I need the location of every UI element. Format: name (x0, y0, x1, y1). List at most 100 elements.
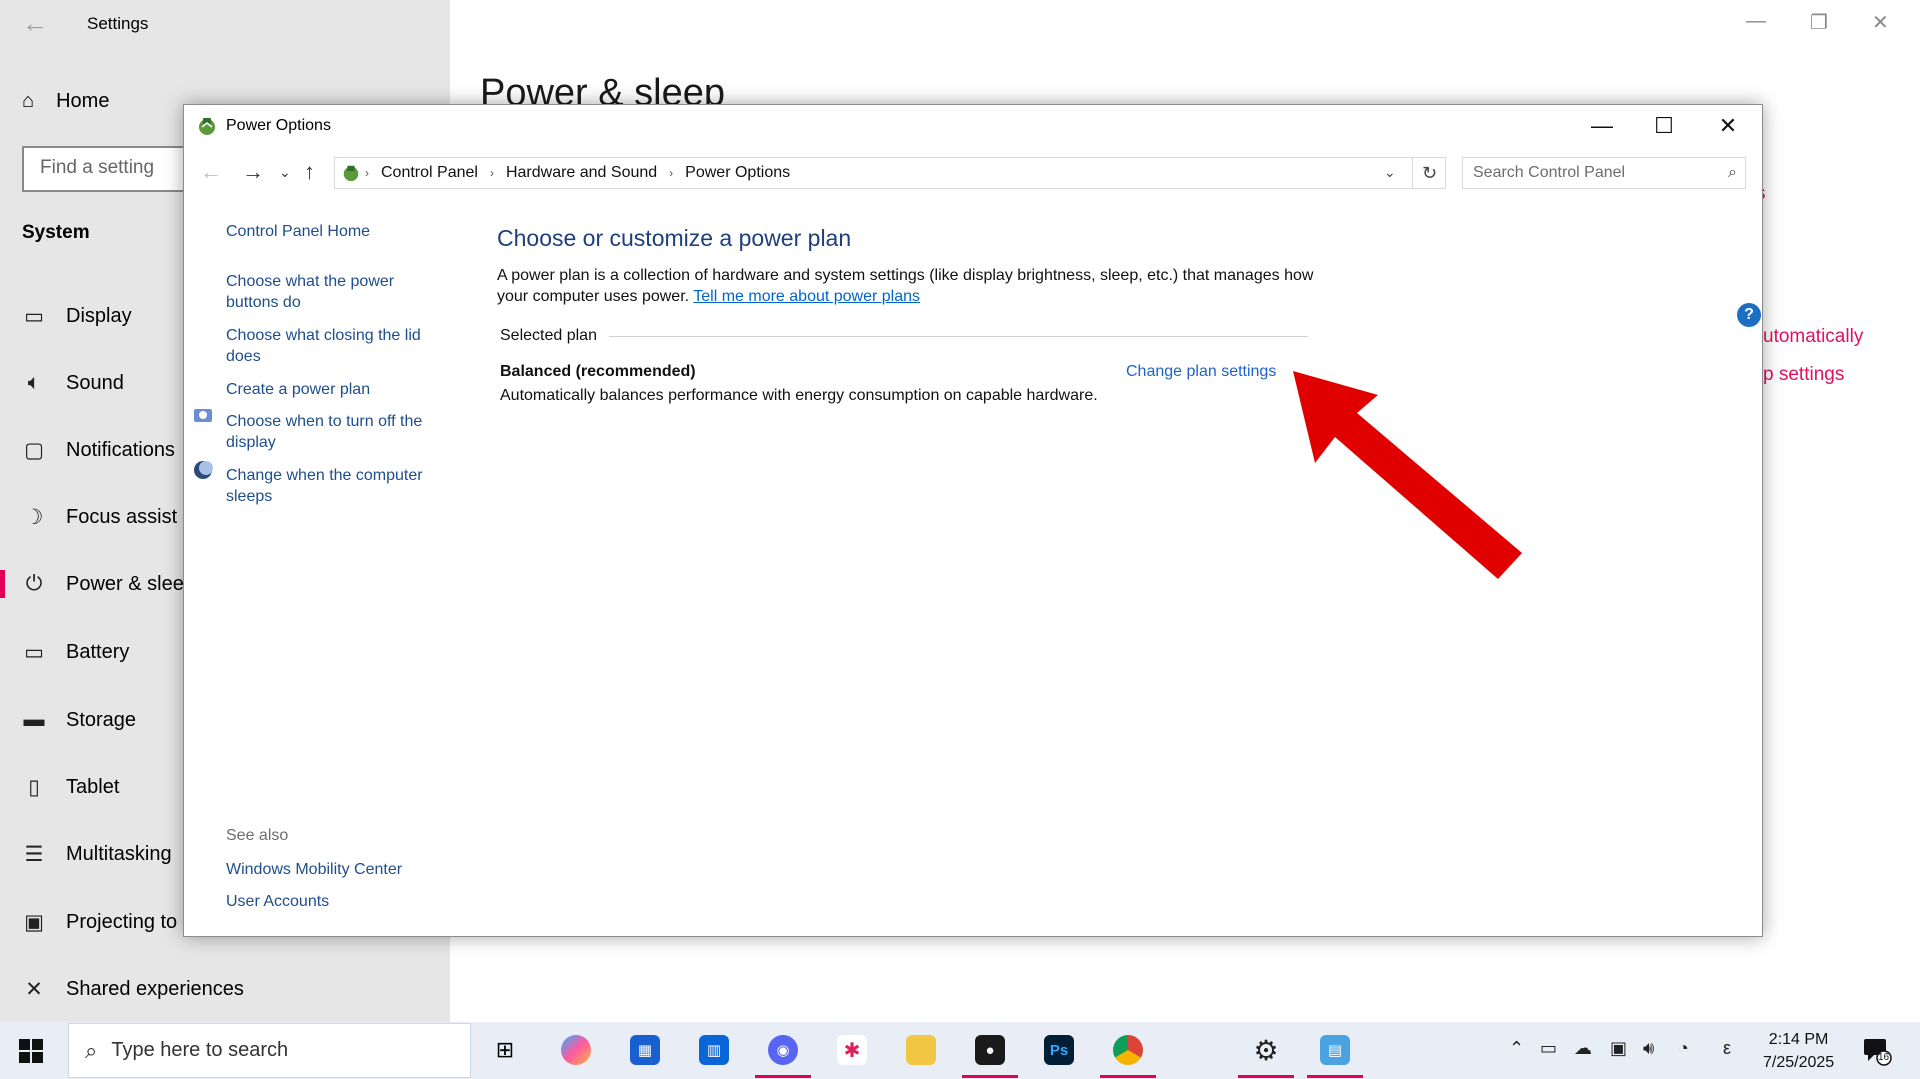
running-indicator (1100, 1075, 1156, 1078)
close-button[interactable]: ✕ (1700, 109, 1756, 143)
meet-icon[interactable]: ▣ (1610, 1038, 1627, 1059)
maximize-button[interactable]: ☐ (1636, 109, 1692, 143)
task-view-button[interactable]: ⊞ (485, 1030, 525, 1070)
notification-count: 16 (1878, 1052, 1890, 1063)
speaker-icon: 🔈︎ (27, 371, 41, 394)
control-panel-button[interactable]: ▤ (1307, 1030, 1363, 1078)
moon-icon: ☽ (24, 505, 44, 529)
minimize-icon: — (1591, 113, 1613, 138)
up-arrow-icon[interactable]: ↑ (304, 155, 315, 189)
nav-label: Battery (66, 640, 130, 663)
minimize-button[interactable]: — (1574, 109, 1630, 143)
change-plan-settings-link[interactable]: Change plan settings (1126, 363, 1276, 381)
taskbar-search-placeholder: Type here to search (111, 1039, 289, 1061)
search-control-panel-input[interactable]: Search Control Panel ⌕ (1462, 157, 1746, 189)
trello-button[interactable]: ▥ (694, 1030, 734, 1070)
discord-button[interactable]: ◉ (755, 1030, 811, 1078)
breadcrumb-control-panel[interactable]: Control Panel (381, 164, 478, 182)
battery-icon: ▭ (24, 640, 44, 664)
create-power-plan-link[interactable]: Create a power plan (226, 379, 456, 400)
nav-label: Projecting to (66, 910, 178, 933)
display-power-icon (194, 409, 212, 422)
clock-time: 2:14 PM (1768, 1031, 1829, 1048)
recorder-button[interactable]: ● (962, 1030, 1018, 1078)
selected-plan-group: Selected plan (500, 327, 1308, 345)
storage-icon: ▬ (23, 708, 45, 731)
slack-icon: ✱ (837, 1035, 867, 1065)
address-path[interactable]: › Control Panel › Hardware and Sound › P… (334, 157, 1446, 189)
discord-icon: ◉ (768, 1035, 798, 1065)
learn-more-link[interactable]: Tell me more about power plans (693, 288, 920, 305)
recent-locations-icon[interactable]: ⌄ (279, 155, 291, 189)
chrome-button[interactable] (1100, 1030, 1156, 1078)
control-panel-icon: ▤ (1320, 1035, 1350, 1065)
sleep-moon-icon (194, 461, 213, 479)
search-icon: ⌕ (1728, 164, 1737, 181)
nav-label: Sound (66, 371, 124, 394)
power-buttons-link[interactable]: Choose what the power buttons do (226, 271, 426, 313)
taskbar: ⌕ Type here to search ⊞ ▦ ▥ ◉ ✱ ● Ps ⚙ ▤… (0, 1022, 1920, 1079)
power-icon: ⏻ (25, 572, 43, 595)
chevron-right-icon: › (365, 166, 369, 180)
chevron-right-icon: › (669, 166, 674, 180)
annotation-arrow (1293, 371, 1522, 579)
nav-label: Tablet (66, 775, 120, 798)
nav-shared-experiences[interactable]: ✕ Shared experiences (0, 963, 450, 1015)
settings-button[interactable]: ⚙ (1238, 1030, 1294, 1078)
content-heading: Choose or customize a power plan (497, 225, 852, 251)
chrome-icon (1113, 1035, 1143, 1065)
nav-label: Shared experiences (66, 977, 244, 1000)
settings-link-automatically[interactable]: utomatically (1763, 326, 1863, 348)
chevron-down-icon[interactable]: ⌄ (1384, 164, 1396, 181)
help-button[interactable]: ? (1737, 303, 1761, 327)
forward-arrow-icon[interactable]: → (242, 155, 264, 189)
back-arrow-icon[interactable]: ← (22, 8, 48, 39)
turn-off-display-link[interactable]: Choose when to turn off the display (226, 411, 446, 453)
user-accounts-link[interactable]: User Accounts (226, 891, 456, 912)
back-arrow-icon[interactable]: ← (200, 155, 222, 189)
nav-label: Notifications (66, 438, 175, 461)
plan-name: Balanced (recommended) (500, 363, 696, 380)
recorder-icon: ● (975, 1035, 1005, 1065)
content-description: A power plan is a collection of hardware… (497, 265, 1317, 307)
store-icon: ▦ (630, 1035, 660, 1065)
computer-sleeps-link[interactable]: Change when the computer sleeps (226, 465, 446, 507)
home-nav-item[interactable]: ⌂ Home (22, 90, 109, 113)
refresh-button[interactable]: ↻ (1412, 157, 1446, 189)
running-indicator (962, 1075, 1018, 1078)
breadcrumb-hardware-sound[interactable]: Hardware and Sound (506, 164, 657, 182)
copilot-button[interactable] (556, 1030, 596, 1070)
closing-lid-link[interactable]: Choose what closing the lid does (226, 325, 436, 367)
search-placeholder: Search Control Panel (1473, 164, 1626, 181)
address-bar: ← → ⌄ ↑ › Control Panel › Hardware and S… (184, 155, 1762, 189)
store-button[interactable]: ▦ (625, 1030, 665, 1070)
photoshop-button[interactable]: Ps (1039, 1030, 1079, 1070)
settings-link-sleep-settings[interactable]: p settings (1763, 364, 1844, 386)
home-icon: ⌂ (22, 90, 35, 112)
clock-date: 7/25/2025 (1763, 1054, 1835, 1071)
close-icon[interactable]: ✕ (1872, 10, 1889, 35)
breadcrumb-power-options[interactable]: Power Options (685, 164, 790, 182)
nav-label: Focus assist (66, 505, 178, 528)
chevron-up-icon[interactable]: ⌃ (1509, 1038, 1524, 1059)
multitasking-icon: ☰ (24, 842, 44, 866)
input-indicator[interactable]: ε (1723, 1038, 1731, 1059)
task-view-icon: ⊞ (495, 1037, 515, 1062)
file-explorer-button[interactable] (901, 1030, 941, 1070)
title-bar[interactable]: Power Options — ☐ ✕ (184, 105, 1762, 147)
tablet-icon: ▯ (28, 775, 40, 799)
restore-icon[interactable]: ❐ (1810, 10, 1828, 35)
mobility-center-link[interactable]: Windows Mobility Center (226, 859, 456, 880)
slack-button[interactable]: ✱ (832, 1030, 872, 1070)
control-panel-home-link[interactable]: Control Panel Home (226, 221, 456, 242)
folder-icon (906, 1035, 936, 1065)
wifi-icon[interactable]: ◔ (1678, 1038, 1689, 1059)
volume-icon[interactable]: 🔊︎ (1643, 1038, 1654, 1059)
cloud-icon[interactable]: ☁ (1574, 1038, 1592, 1059)
taskbar-search-box[interactable]: ⌕ Type here to search (68, 1023, 471, 1078)
minimize-icon[interactable]: — (1746, 10, 1766, 33)
windows-start-icon[interactable] (18, 1038, 44, 1064)
battery-tray-icon[interactable]: ▭ (1540, 1038, 1557, 1059)
clock[interactable]: 2:14 PM 7/25/2025 (1763, 1028, 1834, 1074)
nav-label: Display (66, 304, 132, 327)
